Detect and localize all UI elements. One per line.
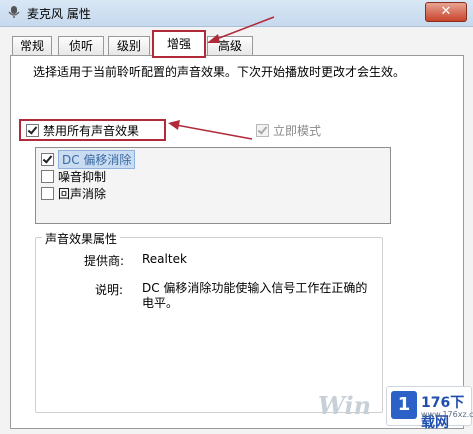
checkbox-icon[interactable] [26, 123, 39, 137]
window-title: 麦克风 属性 [27, 7, 91, 21]
effect-properties-title: 声音效果属性 [42, 230, 121, 247]
immediate-mode-checkbox: 立即模式 [256, 122, 321, 139]
checkbox-icon[interactable] [41, 152, 54, 166]
effect-dc-offset-cancel[interactable]: DC 偏移消除 [41, 149, 136, 169]
description-value: DC 偏移消除功能使输入信号工作在正确的电平。 [142, 281, 368, 310]
watermark-logo: 1 176下载网 www.176xz.com [386, 386, 473, 431]
checkbox-icon[interactable] [41, 169, 54, 183]
checkbox-icon [256, 124, 269, 137]
close-button[interactable]: ✕ [425, 2, 467, 22]
provider-label: 提供商: [84, 254, 125, 268]
logo-url: www.176xz.com [421, 410, 473, 419]
annotation-arrow-tab [207, 16, 275, 43]
effect-label: 噪音抑制 [58, 169, 107, 184]
immediate-mode-label: 立即模式 [273, 124, 322, 138]
tab-general[interactable]: 常规 [12, 36, 52, 56]
tab-listen[interactable]: 侦听 [58, 36, 104, 56]
disable-all-effects-label: 禁用所有声音效果 [43, 123, 140, 138]
effect-label: DC 偏移消除 [58, 149, 136, 169]
effect-label: 回声消除 [58, 186, 107, 201]
enhancements-panel: 选择适用于当前聆听配置的声音效果。下次开始播放时更改才会生效。 禁用所有声音效果… [10, 55, 464, 429]
effect-echo-cancellation[interactable]: 回声消除 [41, 185, 106, 201]
disable-all-effects-checkbox[interactable]: 禁用所有声音效果 [19, 119, 166, 141]
annotation-arrow-checkbox [168, 120, 253, 140]
enhancements-description: 选择适用于当前聆听配置的声音效果。下次开始播放时更改才会生效。 [33, 65, 406, 79]
microphone-icon [8, 6, 20, 18]
description-label: 说明: [95, 283, 124, 297]
checkbox-icon[interactable] [41, 186, 54, 200]
tab-levels[interactable]: 级别 [108, 36, 150, 56]
effect-properties-group: 声音效果属性 提供商: Realtek 说明: DC 偏移消除功能使输入信号工作… [35, 230, 383, 413]
watermark-text: Win [318, 391, 372, 420]
effect-noise-suppression[interactable]: 噪音抑制 [41, 168, 106, 184]
provider-value: Realtek [142, 252, 187, 266]
tab-enhancements[interactable]: 增强 [152, 30, 206, 58]
logo-badge-icon: 1 [391, 391, 417, 419]
effects-list[interactable]: DC 偏移消除 噪音抑制 回声消除 [35, 147, 391, 224]
